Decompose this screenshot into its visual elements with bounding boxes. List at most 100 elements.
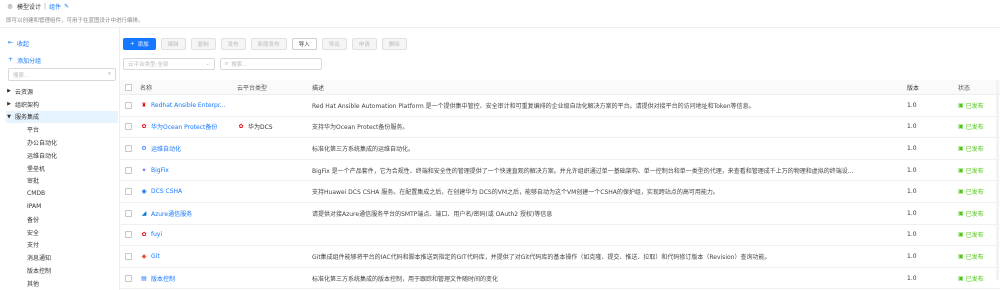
row-checkbox[interactable] [125, 123, 132, 131]
header-name[interactable]: 名称 [140, 80, 234, 94]
version-cell: 1.0 [907, 252, 917, 260]
tree-child-item[interactable]: CMDB [6, 187, 118, 200]
collapse-button[interactable]: ⇤ 收起 [8, 39, 29, 48]
row-checkbox[interactable] [125, 209, 132, 217]
tree-child-item[interactable]: 平台 [6, 123, 118, 136]
tree-child-item[interactable]: 审批 [6, 175, 118, 188]
description-cell: 标准化第三方系统集成的运维自动化。 [312, 145, 415, 153]
table-search-input[interactable]: ⌕ 搜索... [220, 58, 322, 70]
apply-button[interactable]: 申请 [351, 38, 377, 50]
collapse-label: 收起 [17, 41, 30, 48]
table-row[interactable]: ♜ Redhat Ansible Enterpr... Red Hat Ansi… [120, 95, 1000, 117]
breadcrumb-root[interactable]: 模型设计 [17, 2, 41, 11]
azure-icon: ◢ [141, 209, 147, 217]
delete-button[interactable]: 删除 [381, 38, 407, 50]
version-cell: 1.0 [907, 231, 917, 239]
publish-button[interactable]: 发布 [220, 38, 246, 50]
row-checkbox[interactable] [125, 274, 132, 282]
search-icon: ⌕ [225, 60, 229, 67]
row-checkbox[interactable] [125, 188, 132, 196]
published-icon: ▣ [958, 252, 964, 260]
status-label: 已发布 [965, 167, 984, 175]
description-cell [312, 225, 907, 246]
component-table: 名称 云平台类型 描述 版本 状态 ♜ Redhat Ansible Enter… [120, 80, 1000, 290]
search-icon: ⌕ [107, 71, 111, 77]
header-version: 版本 [907, 84, 920, 92]
tree-child-item[interactable]: IPAM [6, 200, 118, 213]
table-row[interactable]: ◢ Azure通信服务 请提供对接Azure通信服务平台的SMTP端点、端口、用… [120, 203, 1000, 225]
caret-right-icon[interactable]: ▶ [6, 101, 12, 107]
edit-button[interactable]: 编辑 [160, 38, 186, 50]
breadcrumb-current[interactable]: 组件 [49, 2, 61, 11]
description-cell: Red Hat Ansible Automation Platform 是一个提… [312, 102, 755, 110]
add-category-button[interactable]: + 添加分组 [8, 56, 41, 65]
tree-child-item[interactable]: 支付 [6, 239, 118, 252]
component-name-link[interactable]: BigFix [151, 167, 169, 174]
header-description: 描述 [312, 84, 325, 92]
tree-node-cloud-resources[interactable]: ▶ 云资源 [6, 85, 118, 98]
row-checkbox[interactable] [125, 252, 132, 260]
component-name-link[interactable]: 版本控制 [151, 274, 175, 283]
tree-child-item[interactable]: 备份 [6, 213, 118, 226]
table-row[interactable]: ✿ 华为Ocean Protect备份 ✿ 华为DCS 支持华为Ocean Pr… [120, 117, 1000, 139]
caret-right-icon[interactable]: ▶ [6, 88, 12, 94]
component-name-link[interactable]: Redhat Ansible Enterpr... [151, 102, 225, 109]
component-name-link[interactable]: DCS CSHA [151, 188, 182, 195]
tree-child-item[interactable]: 消息通知 [6, 251, 118, 264]
edit-icon[interactable]: ✎ [64, 3, 69, 10]
platform-type-select[interactable]: 云平台类型:全部 ⌄ [123, 58, 215, 70]
table-row[interactable]: ✦ BigFix BigFix 是一个产品套件，它为合规性、终端和安全性的管理提… [120, 160, 1000, 182]
import-button[interactable]: 导入 [291, 38, 317, 50]
published-icon: ▣ [958, 101, 964, 109]
table-row[interactable]: ⚙ 运维自动化 标准化第三方系统集成的运维自动化。 1.0 ▣ 已发布 [120, 138, 1000, 160]
select-all-checkbox[interactable] [125, 83, 132, 91]
component-name-link[interactable]: 华为Ocean Protect备份 [151, 122, 217, 131]
description-cell: 请提供对接Azure通信服务平台的SMTP端点、端口、用户名/密码(或 OAut… [312, 210, 553, 218]
component-name-link[interactable]: Git [151, 253, 160, 260]
export-button[interactable]: 导出 [321, 38, 347, 50]
huawei-icon: ✿ [238, 123, 244, 131]
new-version-button[interactable]: 新版发布 [250, 38, 287, 50]
row-checkbox[interactable] [125, 166, 132, 174]
plus-icon: + [8, 56, 14, 63]
vertical-scrollbar[interactable] [996, 80, 999, 280]
platform-cell [237, 268, 307, 289]
platform-cell [237, 138, 307, 159]
row-checkbox[interactable] [125, 101, 132, 109]
row-checkbox[interactable] [125, 231, 132, 239]
description-cell: 支持华为Ocean Protect备份服务。 [312, 124, 409, 132]
component-name-link[interactable]: 运维自动化 [151, 144, 181, 153]
tree-child-item[interactable]: 版本控制 [6, 264, 118, 277]
caret-down-icon[interactable]: ▼ [6, 114, 12, 120]
platform-cell [237, 160, 307, 181]
page-description: 即可以创建和管理组件，可用于在蓝图设计中进行编排。 [6, 18, 144, 24]
sidebar-search-input[interactable]: 搜索... ⌕ [8, 68, 116, 81]
tree-node-org[interactable]: ▶ 组织架构 [6, 98, 118, 111]
component-name-link[interactable]: Azure通信服务 [151, 209, 192, 218]
category-tree: ▶ 云资源 ▶ 组织架构 ▼ 服务集成 平台 办公自动化 运维自动化 堡垒机 审… [6, 85, 118, 290]
row-checkbox[interactable] [125, 144, 132, 152]
table-row[interactable]: ✿ fuyi 1.0 ▣ 已发布 [120, 225, 1000, 247]
status-label: 已发布 [965, 102, 984, 110]
table-row[interactable]: ◆ Git Git集成组件能够将平台的IAC代码和脚本推送到指定的GIT代码库，… [120, 246, 1000, 268]
tree-child-item[interactable]: 办公自动化 [6, 136, 118, 149]
table-search-placeholder: 搜索... [231, 62, 248, 68]
tree-node-service-integration[interactable]: ▼ 服务集成 [6, 110, 118, 124]
version-cell: 1.0 [907, 274, 917, 282]
platform-cell [237, 181, 307, 202]
copy-button[interactable]: 复制 [190, 38, 216, 50]
header-platform[interactable]: 云平台类型 [237, 80, 307, 94]
tree-child-item[interactable]: 运维自动化 [6, 149, 118, 162]
version-icon: ▤ [141, 274, 147, 282]
tree-child-item[interactable]: 其他 [6, 277, 118, 290]
huawei-icon: ✿ [141, 231, 147, 239]
tree-child-item[interactable]: 安全 [6, 226, 118, 239]
table-row[interactable]: ◉ DCS CSHA 支持Huawei DCS CSHA 服务。在配置集成之后，… [120, 181, 1000, 203]
table-row[interactable]: ▤ 版本控制 标准化第三方系统集成的版本控制，用于跟踪和管理文件随时间的变化 1… [120, 268, 1000, 290]
add-button[interactable]: + 添加 [123, 38, 156, 50]
component-name-link[interactable]: fuyi [151, 231, 162, 238]
breadcrumb-separator: | [44, 2, 47, 10]
status-label: 已发布 [965, 275, 984, 283]
divider [0, 27, 1000, 28]
tree-child-item[interactable]: 堡垒机 [6, 162, 118, 175]
